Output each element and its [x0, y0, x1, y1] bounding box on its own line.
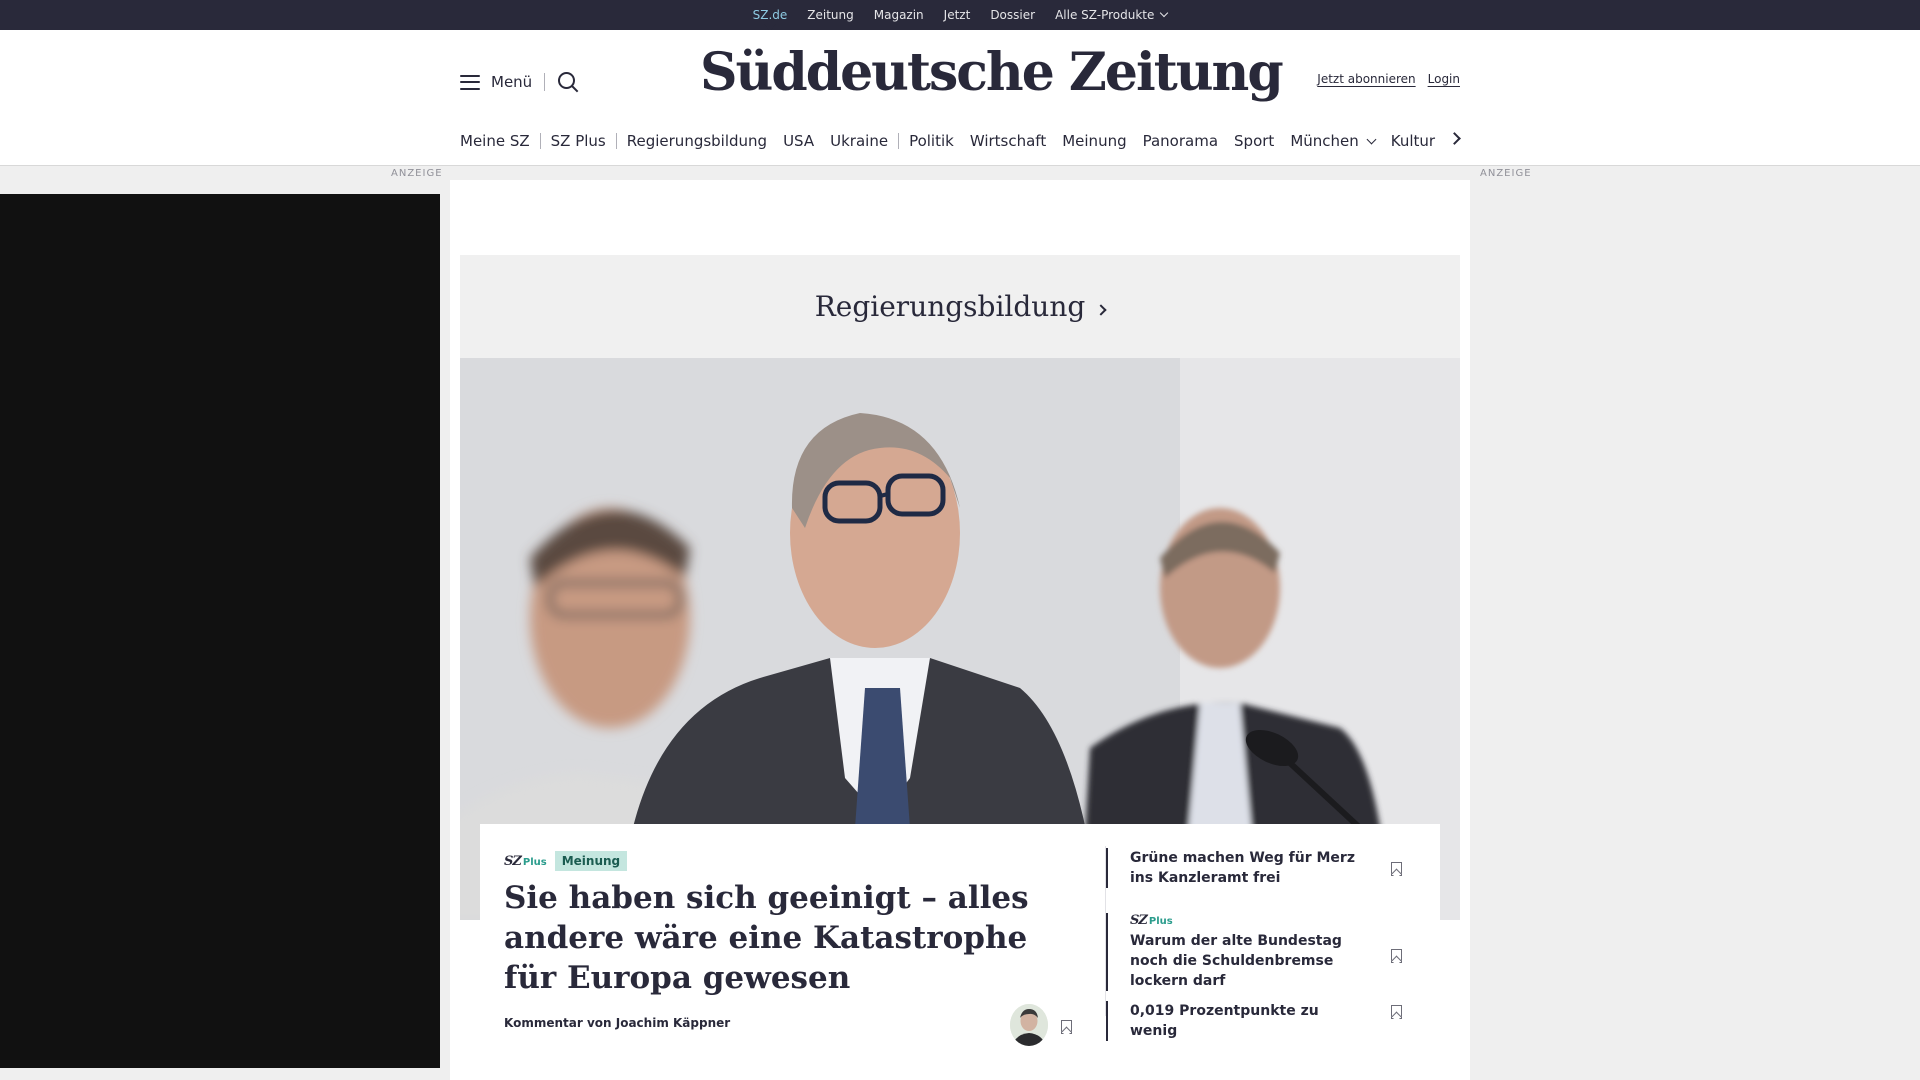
hamburger-menu-icon[interactable] — [460, 74, 480, 90]
nav-divider — [898, 133, 900, 149]
nav-item-usa[interactable]: USA — [783, 132, 814, 150]
topbar-link-dossier[interactable]: Dossier — [990, 8, 1035, 22]
site-header: Menü Süddeutsche Zeitung Jetzt abonniere… — [0, 30, 1920, 166]
bookmark-icon[interactable] — [1061, 1020, 1072, 1034]
related-article-title[interactable]: 0,019 Prozentpunkte zu wenig — [1130, 1001, 1370, 1041]
sz-plus-logo-suffix: Plus — [1148, 916, 1173, 927]
ad-label-left: ANZEIGE — [391, 168, 443, 179]
bookmark-icon[interactable] — [1391, 862, 1402, 876]
article-card: SZ Plus Meinung Sie haben sich geeinigt –… — [480, 824, 1440, 1080]
nav-item-meine-sz[interactable]: Meine SZ — [460, 132, 530, 150]
related-article: 0,019 Prozentpunkte zu wenig — [1106, 1001, 1416, 1041]
nav-item-politik[interactable]: Politik — [909, 132, 954, 150]
article-headline[interactable]: Sie haben sich geeinigt – alles andere w… — [504, 878, 1064, 998]
nav-divider — [539, 133, 541, 149]
chevron-right-icon — [1095, 304, 1107, 316]
nav-muenchen-label: München — [1290, 132, 1359, 150]
bookmark-icon[interactable] — [1391, 949, 1402, 963]
nav-item-regierungsbildung[interactable]: Regierungsbildung — [627, 132, 767, 150]
subscribe-link[interactable]: Jetzt abonnieren — [1317, 72, 1415, 86]
hero-teaser: Regierungsbildung — [460, 255, 1460, 920]
topbar-link-szde[interactable]: SZ.de — [753, 8, 787, 31]
topbar-link-zeitung[interactable]: Zeitung — [807, 8, 853, 22]
section-kicker-link[interactable]: Regierungsbildung — [460, 290, 1460, 323]
related-article-title[interactable]: Warum der alte Bundestag noch die Schuld… — [1130, 931, 1370, 991]
category-badge: Meinung — [554, 851, 628, 871]
related-article: SZ Plus Warum der alte Bundestag noch die… — [1106, 913, 1416, 991]
ad-banner-left[interactable] — [0, 194, 440, 1068]
related-article-title[interactable]: Grüne machen Weg für Merz ins Kanzleramt… — [1130, 848, 1370, 888]
menu-button[interactable]: Menü — [491, 73, 532, 91]
section-nav: Meine SZ SZ Plus Regierungsbildung USA U… — [460, 130, 1460, 152]
nav-item-panorama[interactable]: Panorama — [1143, 132, 1218, 150]
nav-item-muenchen[interactable]: München — [1290, 132, 1377, 150]
topbar-products-label: Alle SZ-Produkte — [1055, 8, 1155, 22]
account-links: Jetzt abonnieren Login — [1317, 72, 1460, 86]
nav-item-kultur[interactable]: Kultur — [1391, 132, 1435, 150]
nav-divider — [615, 133, 617, 149]
article-byline: Kommentar von Joachim Käppner — [504, 1016, 731, 1030]
menu-divider — [544, 73, 546, 91]
top-bar: SZ.de Zeitung Magazin Jetzt Dossier Alle… — [0, 0, 1920, 31]
sz-plus-logo: SZ Plus — [504, 854, 547, 869]
nav-item-sz-plus[interactable]: SZ Plus — [551, 132, 606, 150]
ad-label-right: ANZEIGE — [1480, 168, 1532, 179]
site-logo[interactable]: Süddeutsche Zeitung — [700, 42, 1284, 103]
article-tags: SZ Plus Meinung — [504, 850, 1064, 872]
topbar-link-magazin[interactable]: Magazin — [874, 8, 924, 22]
topbar-products-dropdown[interactable]: Alle SZ-Produkte — [1055, 8, 1169, 22]
nav-item-meinung[interactable]: Meinung — [1062, 132, 1126, 150]
sz-plus-logo: SZ Plus — [1130, 913, 1416, 928]
chevron-down-icon — [1160, 8, 1169, 18]
nav-item-ukraine[interactable]: Ukraine — [830, 132, 888, 150]
sz-plus-logo-suffix: Plus — [522, 856, 547, 868]
nav-item-wirtschaft[interactable]: Wirtschaft — [970, 132, 1046, 150]
topbar-link-jetzt[interactable]: Jetzt — [944, 8, 971, 22]
nav-item-sport[interactable]: Sport — [1234, 132, 1274, 150]
section-kicker-label: Regierungsbildung — [814, 290, 1086, 323]
sz-plus-logo-sz: SZ — [504, 853, 522, 869]
menu-group: Menü — [460, 70, 579, 94]
bookmark-icon[interactable] — [1391, 1005, 1402, 1019]
author-avatar — [1010, 1004, 1048, 1046]
login-link[interactable]: Login — [1428, 72, 1460, 86]
related-article: Grüne machen Weg für Merz ins Kanzleramt… — [1106, 848, 1416, 888]
sz-plus-logo-sz: SZ — [1130, 913, 1148, 928]
search-icon[interactable] — [557, 71, 579, 93]
lead-article: SZ Plus Meinung Sie haben sich geeinigt –… — [504, 850, 1064, 998]
chevron-down-icon — [1366, 134, 1377, 145]
